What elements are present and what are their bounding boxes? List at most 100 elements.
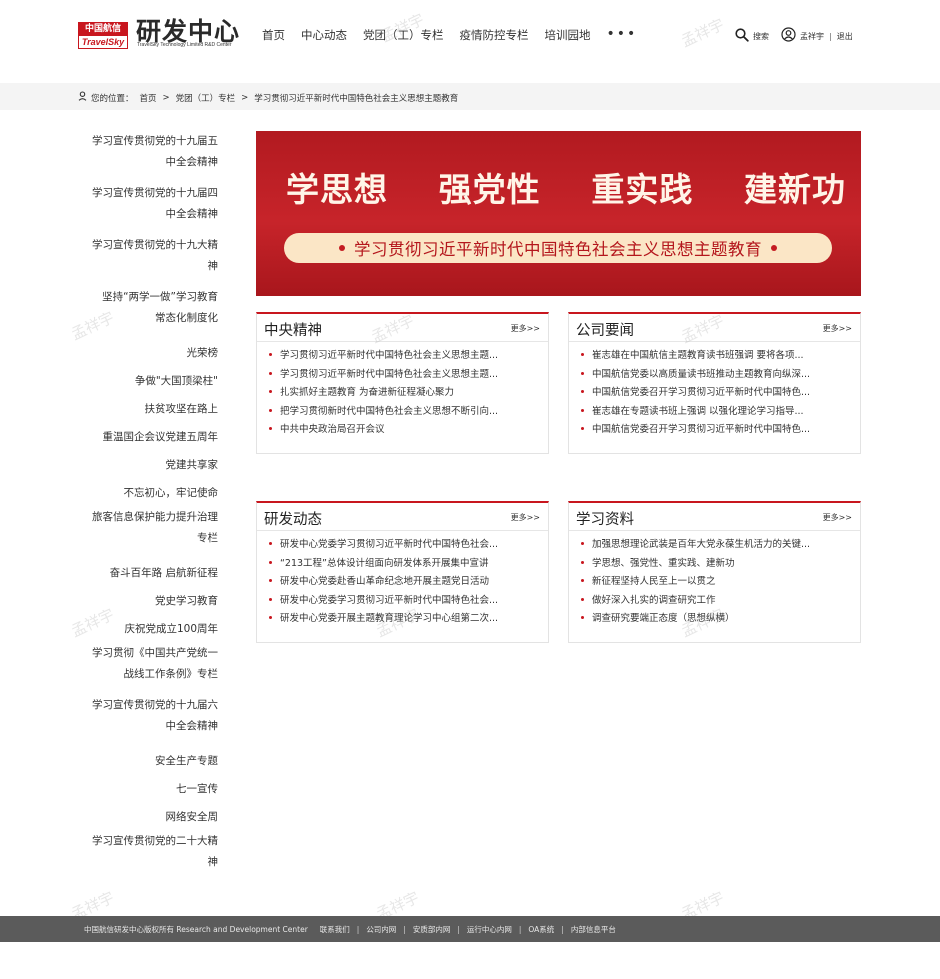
news-item[interactable]: 研发中心党委学习贯彻习近平新时代中国特色社会...	[269, 536, 544, 555]
nav-training[interactable]: 培训园地	[545, 27, 591, 43]
news-item[interactable]: 中共中央政治局召开会议	[269, 421, 544, 440]
news-item[interactable]: 研发中心党委学习贯彻习近平新时代中国特色社会...	[269, 592, 544, 611]
footer-link-quality-intranet[interactable]: 安质部内网	[413, 924, 451, 935]
sidebar-item[interactable]: 庆祝党成立100周年	[84, 615, 218, 643]
news-item[interactable]: 中国航信党委以高质量读书班推动主题教育向纵深...	[581, 366, 856, 385]
footer-divider: |	[561, 925, 564, 934]
sidebar-item[interactable]: 学习宣传贯彻党的十九届五 中全会精神	[84, 131, 218, 183]
sidebar-item-label: 学习宣传贯彻党的十九届五	[92, 135, 218, 147]
more-link[interactable]: 更多>>	[511, 323, 540, 334]
more-link[interactable]: 更多>>	[823, 323, 852, 334]
user-icon	[781, 27, 796, 45]
footer-divider: |	[403, 925, 406, 934]
footer-link-operations-intranet[interactable]: 运行中心内网	[467, 924, 512, 935]
breadcrumb-party-column[interactable]: 党团（工）专栏	[176, 92, 236, 104]
news-item[interactable]: 把学习贯彻新时代中国特色社会主义思想不断引向...	[269, 403, 544, 422]
sidebar-item-label-cont: 中全会精神	[165, 720, 219, 732]
footer-divider: |	[356, 925, 360, 934]
news-item-title: 学习贯彻习近平新时代中国特色社会主义思想主题...	[280, 368, 499, 380]
nav-epidemic-column[interactable]: 疫情防控专栏	[460, 27, 529, 43]
news-item[interactable]: 崔志雄在中国航信主题教育读书班强调 要将各项...	[581, 347, 856, 366]
news-item-title: 中国航信党委召开学习贯彻习近平新时代中国特色...	[592, 387, 811, 398]
sidebar-item[interactable]: 争做"大国顶梁柱"	[84, 367, 218, 395]
news-item[interactable]: 中国航信党委召开学习贯彻习近平新时代中国特色...	[581, 384, 856, 403]
sidebar-item-label: 安全生产专题	[155, 755, 218, 767]
news-item[interactable]: 崔志雄在专题读书班上强调 以强化理论学习指导...	[581, 403, 856, 422]
news-item-title: 中国航信党委召开学习贯彻习近平新时代中国特色...	[592, 424, 811, 435]
sidebar-item[interactable]: 学习宣传贯彻党的十九届四 中全会精神	[84, 183, 218, 235]
nav-center-news[interactable]: 中心动态	[301, 27, 347, 43]
sidebar-item[interactable]: 重温国企会议党建五周年	[84, 423, 219, 451]
bullet-icon	[581, 597, 584, 601]
panel-company-news: 公司要闻 更多>> 崔志雄在中国航信主题教育读书班强调 要将各项... 中国航信党…	[568, 312, 861, 454]
breadcrumb-bar: 您的位置： 首页 > 党团（工）专栏 > 学习贯彻习近平新时代中国特色社会主义思…	[0, 83, 940, 110]
news-list: 学习贯彻习近平新时代中国特色社会主义思想主题... 学习贯彻习近平新时代中国特色社…	[269, 347, 544, 440]
news-item[interactable]: 学习贯彻习近平新时代中国特色社会主义思想主题...	[269, 347, 544, 366]
footer-link-contact[interactable]: 联系我们	[320, 924, 350, 935]
sidebar-item[interactable]: 学习宣传贯彻党的十九大精神	[84, 235, 218, 287]
more-link[interactable]: 更多>>	[823, 512, 852, 523]
bullet-icon	[269, 408, 272, 412]
news-item[interactable]: 中国航信党委召开学习贯彻习近平新时代中国特色...	[581, 421, 856, 440]
news-item[interactable]: 研发中心党委赴香山革命纪念地开展主题党日活动	[269, 573, 544, 592]
bullet-icon	[269, 427, 272, 430]
news-item[interactable]: 加强思想理论武装是百年大党永葆生机活力的关键...	[581, 536, 856, 555]
sidebar-item[interactable]: 学习贯彻《中国共产党统一 战线工作条例》专栏	[84, 643, 218, 695]
theme-banner[interactable]: 学思想 强党性 重实践 建新功 学习贯彻习近平新时代中国特色社会主义思想主题教育	[256, 131, 861, 296]
news-list: 研发中心党委学习贯彻习近平新时代中国特色社会... “213工程”总体设计组面向研…	[269, 536, 544, 629]
sidebar-item[interactable]: 光荣榜	[84, 339, 219, 367]
news-item[interactable]: 扎实抓好主题教育 为奋进新征程凝心聚力	[269, 384, 544, 403]
more-link[interactable]: 更多>>	[511, 512, 540, 523]
bullet-icon	[269, 597, 272, 601]
footer-link-info-platform[interactable]: 内部信息平台	[571, 924, 616, 935]
sidebar-item[interactable]: 奋斗百年路 启航新征程	[84, 559, 218, 587]
sidebar-item-label-cont: 中全会精神	[165, 208, 219, 220]
logo-chinese-text: 中国航信	[79, 23, 127, 36]
footer-link-company-intranet[interactable]: 公司内网	[366, 924, 396, 935]
sidebar-item[interactable]: 党建共享家	[84, 451, 219, 479]
bullet-icon	[581, 371, 584, 375]
sidebar-item[interactable]: 党史学习教育	[84, 587, 218, 615]
sidebar-item-label-cont: 神	[207, 856, 219, 868]
breadcrumb-home[interactable]: 首页	[140, 92, 157, 104]
news-item[interactable]: 新征程坚持人民至上一以贯之	[581, 573, 856, 592]
sidebar-item[interactable]: 扶贫攻坚在路上	[84, 395, 219, 423]
news-item[interactable]: “213工程”总体设计组面向研发体系开展集中宣讲	[269, 555, 544, 574]
pill-dot-right	[771, 245, 777, 251]
banner-slogans: 学思想 强党性 重实践 建新功	[286, 163, 846, 211]
nav-party-column[interactable]: 党团（工）专栏	[363, 27, 444, 43]
sidebar-item[interactable]: 坚持“两学一做”学习教育 常态化制度化	[84, 287, 218, 339]
sidebar-item[interactable]: 学习宣传贯彻党的二十大精神	[84, 831, 218, 883]
news-item-title: 把学习贯彻新时代中国特色社会主义思想不断引向...	[280, 405, 499, 417]
sidebar-item[interactable]: 不忘初心，牢记使命	[84, 479, 219, 507]
news-item[interactable]: 调查研究要端正态度（思想纵横）	[581, 610, 856, 629]
sidebar-item[interactable]: 安全生产专题	[84, 747, 218, 775]
bullet-icon	[581, 427, 584, 430]
logout-link[interactable]: 退出	[837, 31, 853, 42]
sidebar-item-label: 扶贫攻坚在路上	[144, 403, 219, 415]
travelsky-logo[interactable]: 中国航信 TravelSky	[78, 22, 128, 49]
panel-central-spirit: 中央精神 更多>> 学习贯彻习近平新时代中国特色社会主义思想主题... 学习贯彻习…	[256, 312, 549, 454]
news-item[interactable]: 做好深入扎实的调查研究工作	[581, 592, 856, 611]
sidebar-item[interactable]: 学习宣传贯彻党的十九届六 中全会精神	[84, 695, 218, 747]
user-name[interactable]: 孟祥宇	[800, 31, 824, 42]
news-item-title: 研发中心党委学习贯彻习近平新时代中国特色社会...	[280, 594, 499, 606]
nav-home[interactable]: 首页	[262, 27, 285, 43]
news-item[interactable]: 学思想、强党性、重实践、建新功	[581, 555, 856, 574]
news-item[interactable]: 研发中心党委开展主题教育理论学习中心组第二次...	[269, 610, 544, 629]
search-icon[interactable]	[735, 27, 749, 45]
sidebar-item[interactable]: 七一宣传	[84, 775, 218, 803]
sidebar-item[interactable]: 网络安全周	[84, 803, 219, 831]
panel-header: 中央精神 更多>>	[257, 314, 548, 342]
location-pin-icon	[78, 91, 87, 104]
nav-more-button[interactable]: •••	[607, 27, 638, 43]
sidebar-item[interactable]: 旅客信息保护能力提升治理 专栏	[84, 507, 218, 559]
news-list: 崔志雄在中国航信主题教育读书班强调 要将各项... 中国航信党委以高质量读书班推动…	[581, 347, 856, 440]
banner-subtitle: 学习贯彻习近平新时代中国特色社会主义思想主题教育	[354, 240, 762, 259]
sidebar-item-label: 学习贯彻《中国共产党统一	[92, 647, 218, 659]
footer-link-oa-system[interactable]: OA系统	[528, 924, 554, 935]
news-item-title: 学思想、强党性、重实践、建新功	[592, 557, 735, 569]
bullet-icon	[269, 371, 272, 375]
news-item[interactable]: 学习贯彻习近平新时代中国特色社会主义思想主题...	[269, 366, 544, 385]
search-label[interactable]: 搜索	[753, 31, 769, 42]
